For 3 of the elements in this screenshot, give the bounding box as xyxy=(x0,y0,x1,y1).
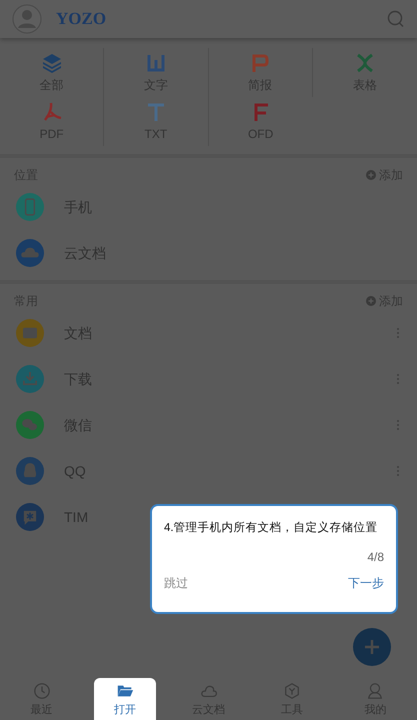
step-counter: 4/8 xyxy=(367,549,384,566)
logo: YOZO xyxy=(56,8,106,30)
guide-text: 4.管理手机内所有文档，自定义存储位置 xyxy=(164,520,378,536)
